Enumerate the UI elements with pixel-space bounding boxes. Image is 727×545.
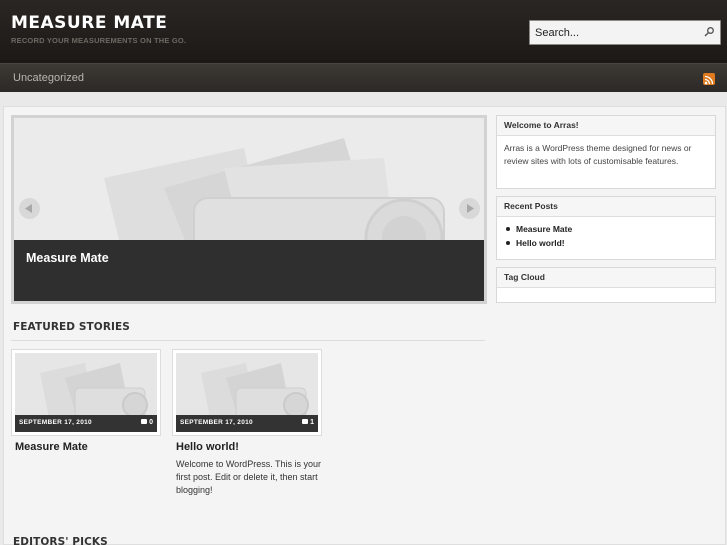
post-title[interactable]: Measure Mate <box>15 441 88 453</box>
post-date: SEPTEMBER 17, 2010 <box>19 419 92 426</box>
recent-post-link[interactable]: Hello world! <box>504 236 708 250</box>
slide-next-button[interactable] <box>459 198 480 219</box>
post-excerpt: Welcome to WordPress. This is your first… <box>176 459 322 495</box>
search-box[interactable] <box>529 20 721 45</box>
comment-count[interactable]: 0 <box>141 419 153 426</box>
site-header: MEASURE MATE RECORD YOUR MEASUREMENTS ON… <box>0 0 727 63</box>
post-date: SEPTEMBER 17, 2010 <box>180 419 253 426</box>
comment-count-value: 1 <box>310 419 314 426</box>
rss-icon[interactable] <box>703 73 715 85</box>
comment-icon <box>141 419 148 424</box>
slide-prev-button[interactable] <box>19 198 40 219</box>
search-input[interactable] <box>530 21 700 44</box>
nav-item-uncategorized[interactable]: Uncategorized <box>13 72 84 84</box>
welcome-widget: Welcome to Arras! Arras is a WordPress t… <box>496 115 716 189</box>
featured-stories-heading: FEATURED STORIES <box>13 321 130 333</box>
post-thumbnail[interactable]: SEPTEMBER 17, 2010 1 <box>172 349 322 436</box>
slide-caption[interactable]: Measure Mate <box>14 240 484 301</box>
site-tagline: RECORD YOUR MEASUREMENTS ON THE GO. <box>11 36 187 45</box>
post-meta-bar: SEPTEMBER 17, 2010 0 <box>15 415 157 432</box>
arrow-left-icon <box>25 204 32 213</box>
section-divider <box>11 340 485 341</box>
site-title[interactable]: MEASURE MATE <box>11 13 167 33</box>
comment-icon <box>302 419 309 424</box>
widget-title: Tag Cloud <box>497 268 715 288</box>
slide-title[interactable]: Measure Mate <box>26 251 109 265</box>
post-title[interactable]: Hello world! <box>176 441 239 453</box>
widget-title: Welcome to Arras! <box>497 116 715 136</box>
comment-count-value: 0 <box>149 419 153 426</box>
tag-cloud-widget: Tag Cloud <box>496 267 716 303</box>
post-meta-bar: SEPTEMBER 17, 2010 1 <box>176 415 318 432</box>
arrow-right-icon <box>467 204 474 213</box>
post-thumbnail[interactable]: SEPTEMBER 17, 2010 0 <box>11 349 161 436</box>
recent-posts-widget: Recent Posts Measure Mate Hello world! <box>496 196 716 260</box>
widget-text: Arras is a WordPress theme designed for … <box>504 143 692 166</box>
widget-title: Recent Posts <box>497 197 715 217</box>
recent-posts-list: Measure Mate Hello world! <box>504 222 708 250</box>
search-icon[interactable] <box>703 26 715 38</box>
editors-picks-heading: EDITORS' PICKS <box>13 536 108 545</box>
featured-slideshow[interactable]: Measure Mate <box>11 115 487 304</box>
comment-count[interactable]: 1 <box>302 419 314 426</box>
main-nav: Uncategorized <box>0 63 727 92</box>
recent-post-link[interactable]: Measure Mate <box>504 222 708 236</box>
